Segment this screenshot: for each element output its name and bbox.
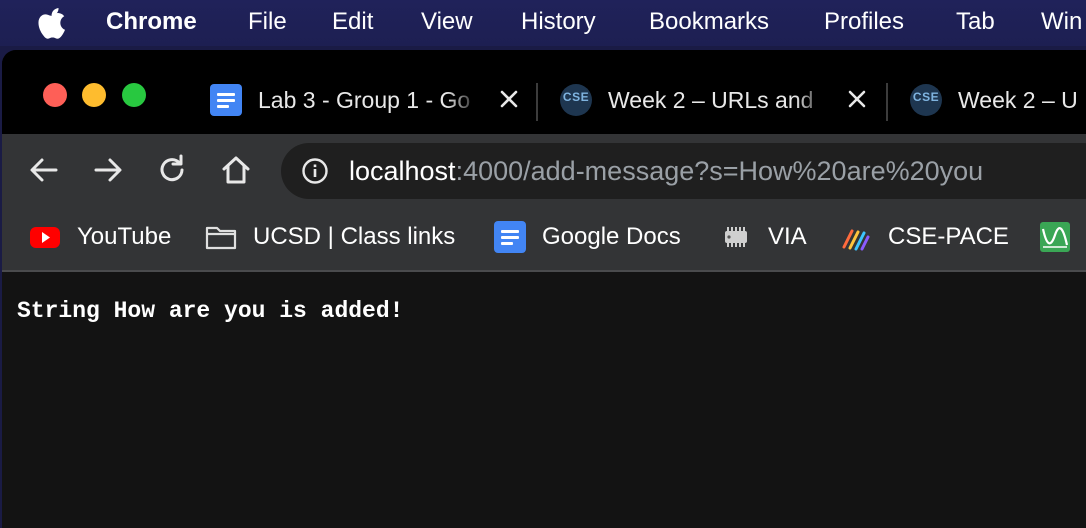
page-content: String How are you is added! — [2, 272, 1086, 528]
minimize-window-button[interactable] — [82, 83, 106, 107]
apple-logo-icon[interactable] — [38, 6, 68, 40]
chart-app-icon — [1040, 222, 1070, 252]
close-window-button[interactable] — [43, 83, 67, 107]
bookmarks-bar: YouTube UCSD | Class links Google Docs V… — [2, 206, 1086, 272]
tab-lab3-group1[interactable]: Lab 3 - Group 1 - Go — [210, 78, 530, 122]
browser-toolbar: localhost:4000/add-message?s=How%20are%2… — [2, 134, 1086, 206]
forward-arrow-icon[interactable] — [90, 152, 126, 188]
cse-icon: CSE — [560, 84, 592, 116]
bookmark-youtube[interactable]: YouTube — [29, 220, 171, 254]
bookmark-label: Google Docs — [542, 223, 681, 250]
cse-icon: CSE — [910, 84, 942, 116]
youtube-icon — [30, 227, 60, 248]
menu-app-chrome[interactable]: Chrome — [106, 8, 197, 36]
bookmark-overflow-item[interactable] — [1039, 220, 1086, 254]
menu-history[interactable]: History — [521, 8, 596, 36]
close-tab-icon[interactable] — [496, 86, 522, 112]
url-host: localhost — [349, 156, 456, 186]
menu-view[interactable]: View — [421, 8, 473, 36]
bookmark-label: CSE-PACE — [888, 223, 1009, 250]
pace-icon — [842, 229, 870, 251]
bookmark-cse-pace[interactable]: CSE-PACE — [840, 220, 1009, 254]
address-bar[interactable]: localhost:4000/add-message?s=How%20are%2… — [281, 143, 1086, 199]
site-info-icon[interactable] — [301, 157, 329, 185]
menu-edit[interactable]: Edit — [332, 8, 373, 36]
menu-profiles[interactable]: Profiles — [824, 8, 904, 36]
tab-strip: Lab 3 - Group 1 - Go CSE Week 2 – URLs a… — [2, 50, 1086, 134]
tab-separator — [886, 83, 888, 121]
menu-file[interactable]: File — [248, 8, 287, 36]
menu-bookmarks[interactable]: Bookmarks — [649, 8, 769, 36]
browser-window: Lab 3 - Group 1 - Go CSE Week 2 – URLs a… — [2, 50, 1086, 528]
google-docs-icon — [210, 84, 242, 116]
url-path: :4000/add-message?s=How%20are%20you — [455, 156, 984, 186]
home-icon[interactable] — [218, 152, 254, 188]
bookmark-google-docs[interactable]: Google Docs — [494, 220, 681, 254]
chip-icon — [725, 227, 747, 247]
tab-title: Lab 3 - Group 1 - Go — [258, 86, 471, 113]
url-text[interactable]: localhost:4000/add-message?s=How%20are%2… — [349, 156, 983, 187]
bookmark-ucsd-class-links[interactable]: UCSD | Class links — [205, 220, 455, 254]
bookmark-label: VIA — [768, 223, 807, 250]
menu-window[interactable]: Win — [1041, 8, 1082, 36]
back-arrow-icon[interactable] — [26, 152, 62, 188]
tab-title: Week 2 – U — [958, 86, 1078, 113]
tab-separator — [536, 83, 538, 121]
bookmark-label: YouTube — [77, 223, 172, 250]
response-message: String How are you is added! — [17, 298, 404, 324]
close-tab-icon[interactable] — [844, 86, 870, 112]
menu-tab[interactable]: Tab — [956, 8, 995, 36]
macos-menu-bar: Chrome File Edit View History Bookmarks … — [0, 0, 1086, 46]
folder-icon — [205, 226, 237, 250]
zoom-window-button[interactable] — [122, 83, 146, 107]
tab-title: Week 2 – URLs and — [608, 86, 814, 113]
bookmark-via[interactable]: VIA — [720, 220, 807, 254]
tab-week2-urls[interactable]: CSE Week 2 – URLs and — [560, 78, 880, 122]
reload-icon[interactable] — [154, 152, 190, 188]
tab-week2-u[interactable]: CSE Week 2 – U — [910, 78, 1086, 122]
google-docs-icon — [494, 221, 526, 253]
bookmark-label: UCSD | Class links — [253, 223, 456, 250]
